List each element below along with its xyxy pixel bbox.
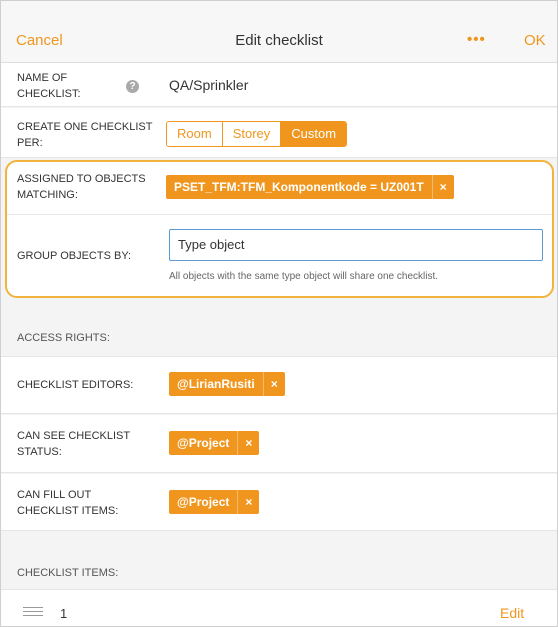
editors-tag[interactable]: @LirianRusiti × <box>169 372 285 396</box>
drag-handle-icon[interactable] <box>23 607 43 619</box>
assigned-label: ASSIGNED TO OBJECTS MATCHING: <box>17 173 146 201</box>
per-option-room[interactable]: Room <box>167 122 223 146</box>
name-label: NAME OF CHECKLIST: <box>17 72 81 100</box>
divider <box>7 214 552 215</box>
header-bar: Cancel Edit checklist ••• OK <box>1 1 557 63</box>
editors-label: CHECKLIST EDITORS: <box>17 379 134 391</box>
edit-item-button[interactable]: Edit <box>500 605 524 621</box>
can-see-label: CAN SEE CHECKLIST STATUS: <box>17 430 131 458</box>
checklist-per-selector: Room Storey Custom <box>166 121 348 147</box>
can-fill-tag[interactable]: @Project × <box>169 490 260 514</box>
assigned-filter-text: PSET_TFM:TFM_Komponentkode = UZ001T <box>174 180 424 194</box>
checklist-item-number: 1 <box>60 606 68 621</box>
group-by-input[interactable]: Type object <box>169 229 543 261</box>
assigned-filter-tag[interactable]: PSET_TFM:TFM_Komponentkode = UZ001T × <box>166 175 454 199</box>
remove-editor-icon[interactable]: × <box>262 372 285 396</box>
remove-filter-icon[interactable]: × <box>431 175 454 199</box>
remove-can-fill-icon[interactable]: × <box>237 490 259 514</box>
checklist-item-row <box>1 589 557 626</box>
can-fill-label: CAN FILL OUT CHECKLIST ITEMS: <box>17 489 119 517</box>
can-fill-tag-text: @Project <box>177 495 230 509</box>
per-option-storey[interactable]: Storey <box>222 122 282 146</box>
checklist-name-value[interactable]: QA/Sprinkler <box>169 77 248 93</box>
ok-button[interactable]: OK <box>524 32 546 49</box>
group-by-hint: All objects with the same type object wi… <box>169 271 439 282</box>
name-row <box>1 63 557 107</box>
more-options-icon[interactable]: ••• <box>467 31 486 48</box>
access-rights-heading: ACCESS RIGHTS: <box>17 332 110 344</box>
edit-checklist-panel: Cancel Edit checklist ••• OK NAME OF CHE… <box>0 0 558 627</box>
per-option-custom[interactable]: Custom <box>281 122 347 146</box>
checklist-items-heading: CHECKLIST ITEMS: <box>17 567 119 579</box>
can-see-tag-text: @Project <box>177 436 230 450</box>
remove-can-see-icon[interactable]: × <box>237 431 259 455</box>
per-label: CREATE ONE CHECKLIST PER: <box>17 121 153 149</box>
group-by-label: GROUP OBJECTS BY: <box>17 250 132 262</box>
editors-tag-text: @LirianRusiti <box>177 377 255 391</box>
help-icon[interactable]: ? <box>126 80 139 93</box>
can-see-tag[interactable]: @Project × <box>169 431 260 455</box>
